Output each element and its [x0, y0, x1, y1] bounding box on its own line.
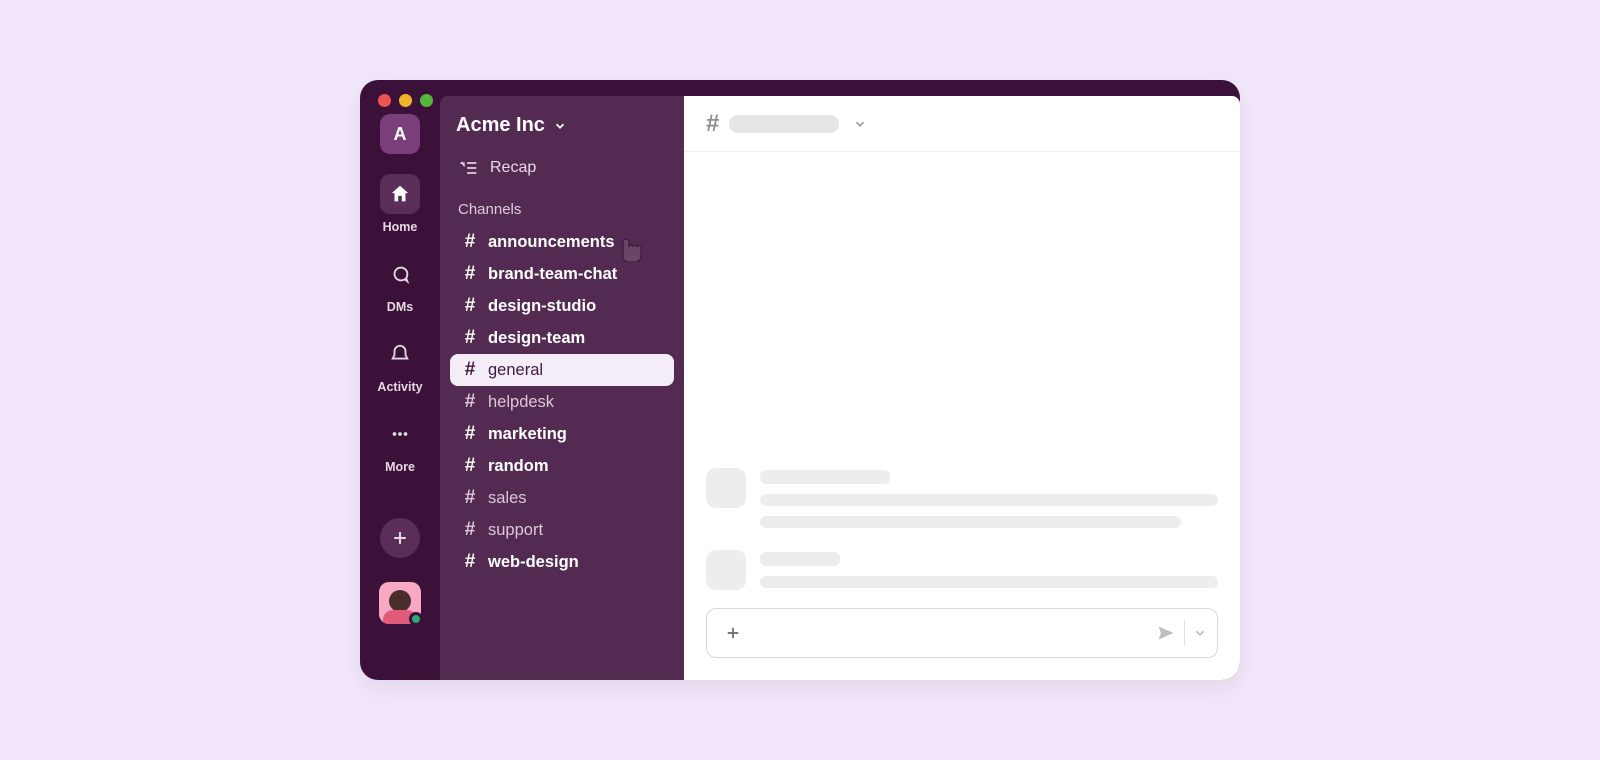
channel-name: random: [488, 457, 549, 476]
channel-sidebar: Acme Inc Recap Channels # announcements # b…: [440, 96, 684, 680]
create-new-button[interactable]: [380, 518, 420, 558]
channel-name: general: [488, 361, 543, 380]
divider: [1184, 620, 1185, 646]
channel-name-placeholder: [729, 115, 839, 133]
send-icon[interactable]: [1156, 623, 1176, 643]
channel-name: brand-team-chat: [488, 265, 617, 284]
recap-button[interactable]: Recap: [450, 151, 674, 185]
channel-name: support: [488, 521, 543, 540]
channels-header-label: Channels: [458, 201, 521, 218]
hash-icon: #: [462, 423, 478, 445]
hash-icon: #: [462, 263, 478, 285]
user-avatar[interactable]: [379, 582, 421, 624]
message-item: [706, 550, 1218, 590]
channel-item-support[interactable]: # support: [450, 514, 674, 546]
dms-icon: [380, 254, 420, 294]
hash-icon: #: [462, 391, 478, 413]
recap-icon: [458, 159, 478, 177]
channel-name: sales: [488, 489, 527, 508]
channel-item-general[interactable]: # general: [450, 354, 674, 386]
presence-indicator: [409, 612, 423, 626]
chevron-down-icon: [853, 117, 867, 131]
rail-label-more: More: [385, 460, 415, 474]
channel-name: web-design: [488, 553, 579, 572]
composer-attach-button[interactable]: [721, 621, 745, 645]
channel-item-design-team[interactable]: # design-team: [450, 322, 674, 354]
rail-item-activity[interactable]: Activity: [377, 334, 422, 394]
rail-item-more[interactable]: More: [380, 414, 420, 474]
workspace-switcher[interactable]: Acme Inc: [450, 110, 674, 151]
channel-item-helpdesk[interactable]: # helpdesk: [450, 386, 674, 418]
rail-label-dms: DMs: [387, 300, 413, 314]
channel-item-brand-team-chat[interactable]: # brand-team-chat: [450, 258, 674, 290]
activity-icon: [380, 334, 420, 374]
hash-icon: #: [462, 487, 478, 509]
hash-icon: #: [462, 327, 478, 349]
channel-item-random[interactable]: # random: [450, 450, 674, 482]
message-body-placeholder: [760, 550, 1218, 590]
send-options-chevron-icon[interactable]: [1193, 626, 1207, 640]
rail-item-home[interactable]: Home: [380, 174, 420, 234]
channel-name: announcements: [488, 233, 615, 252]
message-avatar-placeholder: [706, 468, 746, 508]
hash-icon: #: [462, 359, 478, 381]
rail-item-dms[interactable]: DMs: [380, 254, 420, 314]
message-avatar-placeholder: [706, 550, 746, 590]
message-item: [706, 468, 1218, 528]
nav-rail: A Home DMs Activity: [360, 102, 440, 680]
channel-item-web-design[interactable]: # web-design: [450, 546, 674, 578]
hash-icon: #: [462, 455, 478, 477]
chevron-down-icon: [553, 119, 567, 133]
channel-name: helpdesk: [488, 393, 554, 412]
recap-label: Recap: [490, 159, 536, 177]
hash-icon: #: [462, 519, 478, 541]
rail-label-home: Home: [383, 220, 418, 234]
ellipsis-icon: [380, 414, 420, 454]
channel-header[interactable]: #: [684, 96, 1240, 152]
hash-icon: #: [462, 231, 478, 253]
hash-icon: #: [706, 110, 719, 138]
message-composer[interactable]: [706, 608, 1218, 658]
channel-list: # announcements # brand-team-chat # design-st…: [450, 226, 674, 578]
workspace-initial: A: [394, 124, 407, 145]
main-content: #: [684, 96, 1240, 680]
channel-item-marketing[interactable]: # marketing: [450, 418, 674, 450]
message-list: [684, 152, 1240, 590]
hash-icon: #: [462, 295, 478, 317]
message-body-placeholder: [760, 468, 1218, 528]
channel-name: design-studio: [488, 297, 596, 316]
workspace-tile[interactable]: A: [380, 114, 420, 154]
channel-name: marketing: [488, 425, 567, 444]
channels-section-header[interactable]: Channels: [450, 185, 674, 226]
channel-item-sales[interactable]: # sales: [450, 482, 674, 514]
hash-icon: #: [462, 551, 478, 573]
channel-item-announcements[interactable]: # announcements: [450, 226, 674, 258]
rail-label-activity: Activity: [377, 380, 422, 394]
workspace-name: Acme Inc: [456, 114, 545, 137]
home-icon: [380, 174, 420, 214]
channel-item-design-studio[interactable]: # design-studio: [450, 290, 674, 322]
app-window: A Home DMs Activity: [360, 80, 1240, 680]
channel-name: design-team: [488, 329, 585, 348]
